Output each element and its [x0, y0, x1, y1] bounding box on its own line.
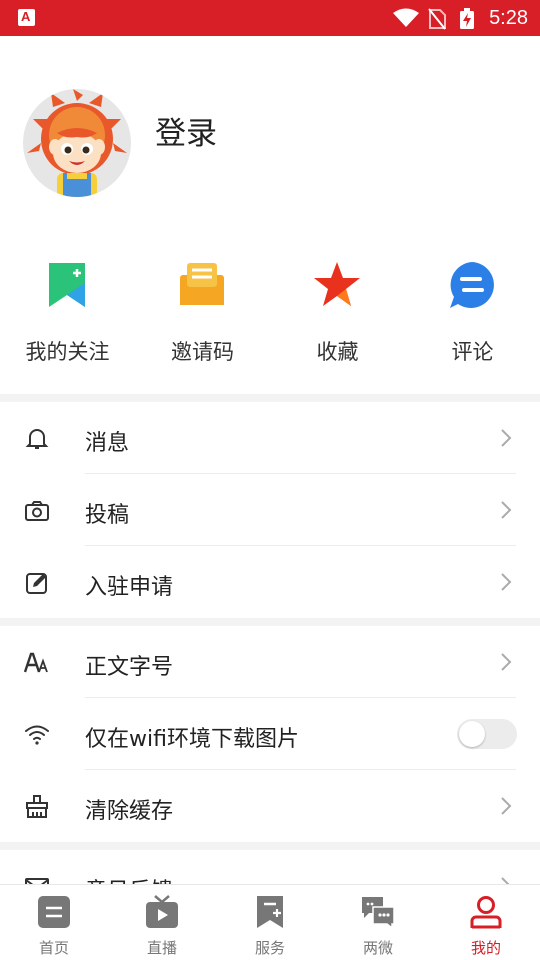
star-icon: [314, 262, 360, 306]
chevron-right-icon: [501, 573, 512, 591]
chevron-right-icon: [501, 501, 512, 519]
menu-row-contribute[interactable]: 投稿: [0, 474, 540, 546]
envelope-icon: [180, 263, 224, 305]
tab-label: 两微: [362, 939, 393, 957]
bookmark-plus-icon: [49, 263, 85, 307]
quick-actions: 我的关注 邀请码 收藏 评论: [0, 250, 540, 394]
tab-label: 直播: [146, 939, 177, 957]
quick-item-invite-code[interactable]: 邀请码: [135, 250, 270, 380]
wifi-only-toggle[interactable]: [457, 719, 517, 749]
quick-item-label: 收藏: [316, 340, 359, 364]
home-news-icon: [38, 896, 70, 928]
profile-header: 登录: [0, 36, 540, 236]
chevron-right-icon: [501, 797, 512, 815]
status-bar: A 5:28: [0, 0, 540, 36]
tab-label: 服务: [254, 939, 285, 957]
wifi-icon: [25, 725, 49, 745]
font-size-icon: [24, 652, 48, 673]
camera-icon: [25, 501, 49, 521]
menu-row-messages[interactable]: 消息: [0, 402, 540, 474]
toggle-knob: [459, 721, 485, 747]
bottom-tab-bar: 首页 直播 服务 两微 我的: [0, 884, 540, 960]
wifi-signal-icon: [393, 8, 419, 27]
comment-bubble-icon: [450, 262, 494, 308]
tab-two-weibo[interactable]: 两微: [324, 885, 432, 960]
menu-row-label: 入驻申请: [85, 575, 174, 600]
tab-home[interactable]: 首页: [0, 885, 108, 960]
mascot-avatar-image: [27, 89, 127, 197]
tab-label: 首页: [38, 939, 69, 957]
section-divider: [0, 618, 540, 626]
chevron-right-icon: [501, 429, 512, 447]
menu-row-label: 正文字号: [85, 655, 174, 680]
status-time: 5:28: [489, 7, 528, 29]
menu-row-label: 消息: [85, 431, 130, 456]
menu-row-join-application[interactable]: 入驻申请: [0, 546, 540, 618]
quick-item-following[interactable]: 我的关注: [0, 250, 135, 380]
menu-row-clear-cache[interactable]: 清除缓存: [0, 770, 540, 842]
menu-row-label: 清除缓存: [85, 799, 174, 824]
quick-item-label: 邀请码: [171, 340, 234, 364]
section-divider: [0, 394, 540, 402]
quick-item-label: 评论: [451, 340, 494, 364]
app-notification-icon: A: [18, 9, 35, 26]
brush-icon: [26, 795, 48, 818]
battery-charging-icon: [460, 8, 474, 29]
tv-play-icon: [146, 895, 178, 928]
service-bookmark-icon: [257, 896, 283, 928]
menu-row-label: 仅在wifi环境下载图片: [85, 727, 299, 752]
user-icon: [470, 896, 502, 929]
chat-bubbles-icon: [362, 897, 395, 929]
no-sim-icon: [428, 8, 446, 30]
login-link[interactable]: 登录: [155, 108, 217, 153]
quick-item-comments[interactable]: 评论: [405, 250, 540, 380]
section-divider: [0, 842, 540, 850]
menu-row-label: 投稿: [85, 503, 130, 528]
menu-row-wifi-only-images: 仅在wifi环境下载图片: [0, 698, 540, 770]
chevron-right-icon: [501, 653, 512, 671]
bell-icon: [25, 429, 49, 449]
tab-mine[interactable]: 我的: [432, 885, 540, 960]
quick-item-label: 我的关注: [25, 340, 110, 364]
tab-live[interactable]: 直播: [108, 885, 216, 960]
quick-item-favorites[interactable]: 收藏: [270, 250, 405, 380]
avatar[interactable]: [23, 89, 131, 197]
menu-row-font-size[interactable]: 正文字号: [0, 626, 540, 698]
edit-icon: [26, 573, 47, 594]
tab-label: 我的: [470, 939, 501, 957]
tab-services[interactable]: 服务: [216, 885, 324, 960]
